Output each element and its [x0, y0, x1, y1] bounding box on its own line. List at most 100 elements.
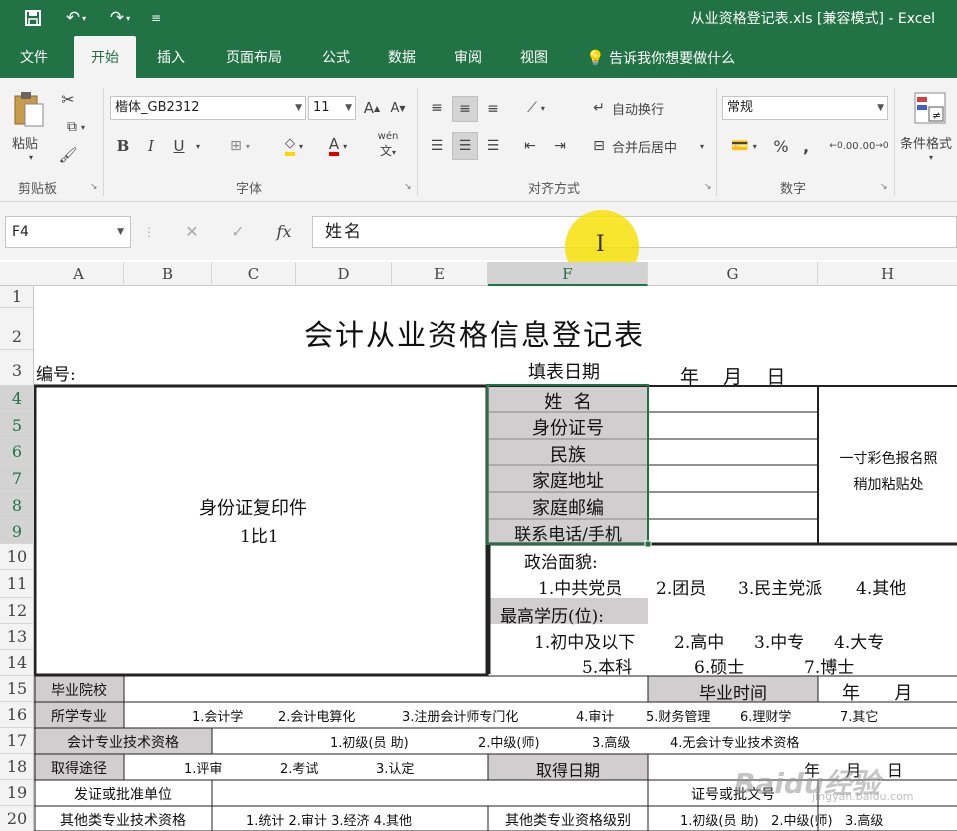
row-header-18[interactable]: 18 [0, 754, 34, 780]
font-name-combo[interactable]: 楷体_GB2312 ▼ [110, 96, 306, 120]
cut-icon[interactable]: ✂ [56, 88, 80, 110]
row-header-19[interactable]: 19 [0, 780, 34, 806]
align-top-icon[interactable]: ≡ [426, 96, 448, 120]
decrease-decimal-button[interactable]: .00 →0 [859, 134, 888, 158]
copy-icon[interactable]: ⧉ ▾ [56, 116, 96, 138]
italic-button[interactable]: I [140, 134, 162, 158]
border-icon[interactable]: ⊞ ▾ [220, 134, 260, 158]
percent-button[interactable]: % [770, 134, 792, 158]
clipboard-launcher-icon[interactable]: ↘ [90, 182, 98, 192]
font-launcher-icon[interactable]: ↘ [404, 182, 412, 192]
row-header-9[interactable]: 9 [0, 519, 34, 544]
tab-review[interactable]: 审阅 [440, 36, 496, 78]
save-icon[interactable] [20, 6, 46, 30]
align-middle-icon[interactable]: ≡ [452, 96, 478, 122]
merge-center-icon[interactable]: ⊟ [588, 134, 610, 158]
column-header-b[interactable]: B [124, 262, 212, 286]
field-postcode[interactable]: 家庭邮编 [488, 494, 648, 520]
column-header-d[interactable]: D [296, 262, 392, 286]
paste-icon[interactable] [8, 88, 48, 130]
row-header-7[interactable]: 7 [0, 465, 34, 492]
column-header-e[interactable]: E [392, 262, 488, 286]
align-center-icon[interactable]: ☰ [452, 132, 478, 160]
customize-icon[interactable]: ≡ [146, 6, 166, 30]
row-header-10[interactable]: 10 [0, 544, 34, 570]
row-header-15[interactable]: 15 [0, 676, 34, 702]
decrease-indent-icon[interactable]: ⇤ [518, 134, 542, 158]
redo-icon[interactable]: ↷ ▾ [102, 6, 138, 30]
name-box[interactable]: F4 ▼ [5, 216, 131, 248]
row-header-3[interactable]: 3 [0, 350, 34, 386]
row-header-16[interactable]: 16 [0, 702, 34, 728]
row-header-14[interactable]: 14 [0, 650, 34, 676]
row-header-11[interactable]: 11 [0, 570, 34, 598]
tab-insert[interactable]: 插入 [142, 36, 200, 78]
format-painter-icon[interactable]: 🖌 [56, 144, 80, 166]
row-header-2[interactable]: 2 [0, 308, 34, 350]
row-header-1[interactable]: 1 [0, 286, 34, 308]
enter-icon[interactable]: ✓ [226, 216, 250, 248]
underline-dropdown-icon[interactable]: ▾ [192, 134, 204, 158]
increase-indent-icon[interactable]: ⇥ [548, 134, 572, 158]
comma-button[interactable]: , [798, 134, 814, 158]
wrap-text-icon[interactable]: ↵ [588, 96, 610, 120]
align-bottom-icon[interactable]: ≡ [482, 96, 504, 122]
align-left-icon[interactable]: ☰ [426, 134, 448, 158]
paste-button[interactable]: 粘贴 [12, 132, 52, 152]
row-header-17[interactable]: 17 [0, 728, 34, 754]
accounting-format-icon[interactable]: 💳 ▾ [724, 134, 764, 158]
field-name[interactable]: 姓 名 [488, 388, 648, 414]
align-right-icon[interactable]: ☰ [482, 134, 504, 158]
orientation-icon[interactable]: ⟋ ▾ [516, 96, 556, 120]
tab-formulas[interactable]: 公式 [308, 36, 364, 78]
underline-button[interactable]: U [168, 134, 190, 158]
font-size-combo[interactable]: 11 ▼ [308, 96, 356, 120]
increase-decimal-button[interactable]: ←0.00 [829, 134, 858, 158]
conditional-dropdown-icon[interactable]: ▾ [924, 152, 938, 162]
font-color-icon[interactable]: A ▾ [318, 134, 358, 158]
row-header-8[interactable]: 8 [0, 492, 34, 519]
alignment-launcher-icon[interactable]: ↘ [704, 182, 712, 192]
wrap-text-button[interactable]: 自动换行 [612, 96, 692, 120]
fill-color-icon[interactable]: ◇ ▾ [274, 134, 314, 158]
field-ethnicity[interactable]: 民族 [488, 441, 648, 467]
merge-center-button[interactable]: 合并后居中 [612, 134, 692, 158]
row-header-20[interactable]: 20 [0, 806, 34, 831]
conditional-format-icon[interactable]: ≠ [910, 88, 950, 128]
form-title: 会计从业资格信息登记表 [304, 318, 646, 352]
undo-icon[interactable]: ↶ ▾ [58, 6, 94, 30]
cancel-icon[interactable]: ✕ [180, 216, 204, 248]
tab-home[interactable]: 开始 [74, 36, 136, 78]
field-id-number[interactable]: 身份证号 [488, 414, 648, 440]
field-address[interactable]: 家庭地址 [488, 467, 648, 493]
number-launcher-icon[interactable]: ↘ [880, 182, 888, 192]
tab-page-layout[interactable]: 页面布局 [212, 36, 296, 78]
row-header-12[interactable]: 12 [0, 598, 34, 624]
tell-me-box[interactable]: 💡 告诉我你想要做什么 [586, 36, 735, 78]
column-header-h[interactable]: H [818, 262, 957, 286]
merge-dropdown-icon[interactable]: ▾ [696, 134, 708, 158]
worksheet[interactable]: 会计从业资格信息登记表 编号: 填表日期 年 月 日 身份证复印件 1比1 姓 … [34, 286, 957, 831]
paste-dropdown-icon[interactable]: ▾ [24, 152, 38, 162]
tab-view[interactable]: 视图 [506, 36, 562, 78]
column-header-g[interactable]: G [648, 262, 818, 286]
field-phone[interactable]: 联系电话/手机 [488, 520, 648, 545]
bold-button[interactable]: B [112, 134, 134, 158]
row-header-4[interactable]: 4 [0, 386, 34, 412]
decrease-font-icon[interactable]: A ▼ [388, 96, 408, 120]
insert-function-button[interactable]: fx [268, 216, 300, 248]
conditional-format-button[interactable]: 条件格式 [900, 132, 957, 152]
fill-date-value[interactable]: 年 月 日 [680, 362, 785, 389]
number-format-combo[interactable]: 常规 ▼ [722, 96, 888, 120]
row-header-13[interactable]: 13 [0, 624, 34, 650]
tab-data[interactable]: 数据 [374, 36, 430, 78]
row-header-5[interactable]: 5 [0, 412, 34, 439]
column-header-a[interactable]: A [34, 262, 124, 286]
phonetic-guide-button[interactable]: wén 文▾ [368, 130, 408, 160]
tab-file[interactable]: 文件 [6, 36, 62, 78]
grad-time-value[interactable]: 年 月 [842, 679, 912, 705]
row-header-6[interactable]: 6 [0, 439, 34, 465]
column-header-c[interactable]: C [212, 262, 296, 286]
column-header-f[interactable]: F [488, 262, 648, 286]
increase-font-icon[interactable]: A ▲ [362, 96, 382, 120]
